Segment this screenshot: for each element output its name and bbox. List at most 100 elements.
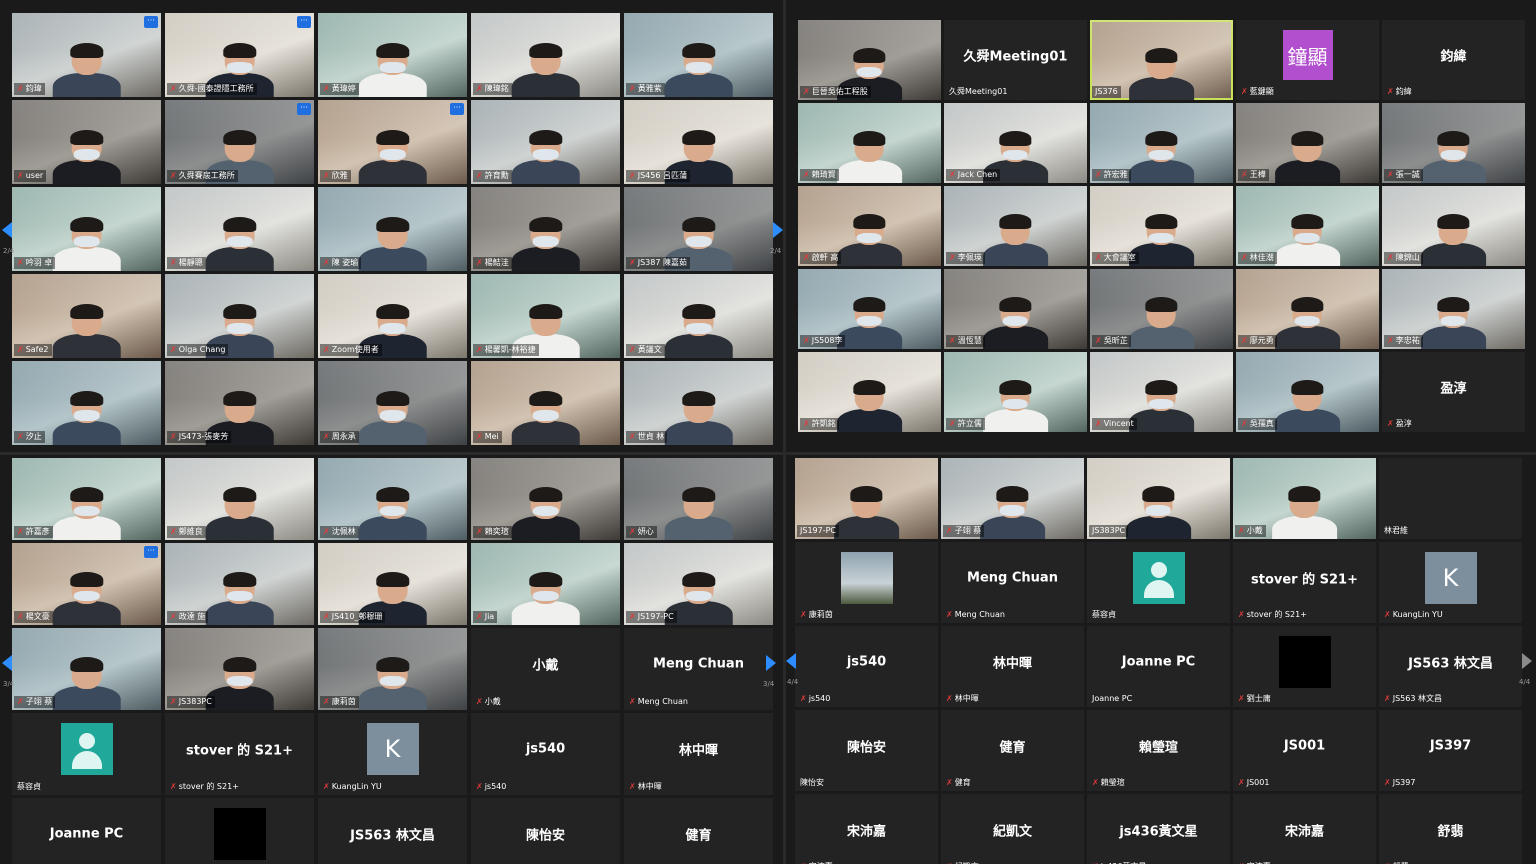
participant-tile[interactable]: ✗ 許嘉彥 bbox=[12, 458, 161, 540]
participant-tile[interactable]: ✗ JS508李 bbox=[798, 269, 941, 349]
participant-tile[interactable]: ✗ JS456 呂匹蒲 bbox=[624, 100, 773, 184]
next-page-arrow-icon[interactable] bbox=[773, 222, 783, 238]
participant-tile[interactable]: ✗ 沈佩林 bbox=[318, 458, 467, 540]
participant-tile[interactable]: 宋沛嘉✗宋沛嘉 bbox=[1233, 794, 1376, 864]
more-options-icon[interactable]: ··· bbox=[297, 16, 311, 28]
participant-tile[interactable]: ✗ 楊靜聰 bbox=[165, 187, 314, 271]
participant-tile[interactable]: JS001 ✗ JS001 bbox=[1233, 710, 1376, 791]
participant-tile[interactable]: ✗ 鄭維良 bbox=[165, 458, 314, 540]
participant-tile[interactable]: 盈淳 ✗ 盈淳 bbox=[1382, 352, 1525, 432]
participant-tile[interactable]: JS383PC bbox=[1087, 458, 1230, 539]
more-options-icon[interactable]: ··· bbox=[297, 103, 311, 115]
participant-tile[interactable]: ✗ Safe2 bbox=[12, 274, 161, 358]
participant-tile[interactable]: ✗ Jack Chen bbox=[944, 103, 1087, 183]
next-page-arrow-icon[interactable] bbox=[766, 655, 776, 671]
participant-tile[interactable]: ✗ 王樺 bbox=[1236, 103, 1379, 183]
participant-tile[interactable]: ✗ Olga Chang bbox=[165, 274, 314, 358]
participant-tile[interactable]: ✗ 賴琦賢 bbox=[798, 103, 941, 183]
participant-tile[interactable]: ✗ 溫恆慧 bbox=[944, 269, 1087, 349]
participant-tile[interactable]: ✗ 楊文豪 ··· bbox=[12, 543, 161, 625]
participant-tile[interactable]: 紀凱文✗紀凱文 bbox=[941, 794, 1084, 864]
participant-tile[interactable]: ✗ 康莉茵 bbox=[318, 628, 467, 710]
participant-tile[interactable]: ✗ 政達 施 bbox=[165, 543, 314, 625]
participant-tile[interactable]: ✗ 久舜賽扆工務所 ··· bbox=[165, 100, 314, 184]
participant-tile[interactable]: ✗ 陳 姿瑜 bbox=[318, 187, 467, 271]
participant-tile[interactable]: ✗ JS410_鄭穆珊 bbox=[318, 543, 467, 625]
participant-tile[interactable]: Joanne PC Joanne PC bbox=[1087, 626, 1230, 707]
participant-tile[interactable]: 蔡容貞 bbox=[1087, 542, 1230, 623]
participant-tile[interactable]: K ✗ KuangLin YU bbox=[318, 713, 467, 795]
participant-tile[interactable]: ✗ 賴奕瑄 bbox=[471, 458, 620, 540]
participant-tile[interactable]: ✗ 小戴 bbox=[1233, 458, 1376, 539]
participant-tile[interactable]: ✗ 李忠祐 bbox=[1382, 269, 1525, 349]
participant-tile[interactable]: 久舜Meeting01 久舜Meeting01 bbox=[944, 20, 1087, 100]
participant-tile[interactable]: ✗ 巨晉吳佑工程股 bbox=[798, 20, 941, 100]
participant-tile[interactable]: ✗ 吟羽 卓 bbox=[12, 187, 161, 271]
participant-tile[interactable]: stover 的 S21+ ✗ stover 的 S21+ bbox=[1233, 542, 1376, 623]
participant-tile[interactable]: ✗ 吳昕芷 bbox=[1090, 269, 1233, 349]
participant-tile[interactable]: ✗ 欣雅 ··· bbox=[318, 100, 467, 184]
participant-tile[interactable]: js436黃文星✗js436黃文星 bbox=[1087, 794, 1230, 864]
more-options-icon[interactable]: ··· bbox=[144, 546, 158, 558]
participant-tile[interactable]: 舒翡✗舒翡 bbox=[1379, 794, 1522, 864]
participant-tile[interactable]: ✗ 黃瑋婷 bbox=[318, 13, 467, 97]
participant-tile[interactable]: ✗ JS197-PC bbox=[624, 543, 773, 625]
participant-tile[interactable]: K ✗ KuangLin YU bbox=[1379, 542, 1522, 623]
participant-tile[interactable]: 小戴 ✗ 小戴 bbox=[471, 628, 620, 710]
participant-tile[interactable]: ✗ 廖元勇 bbox=[1236, 269, 1379, 349]
participant-tile[interactable]: ✗ 陳瑋銘 bbox=[471, 13, 620, 97]
participant-tile[interactable]: ✗ 子翊 蔡 bbox=[941, 458, 1084, 539]
participant-tile[interactable]: ✗ 黃議文 bbox=[624, 274, 773, 358]
participant-tile[interactable]: ✗ 劉士庸 bbox=[1233, 626, 1376, 707]
participant-tile[interactable]: ✗ 子翊 蔡 bbox=[12, 628, 161, 710]
participant-tile[interactable]: ✗ 楊馨凱-林裕捷 bbox=[471, 274, 620, 358]
participant-tile[interactable]: ✗ Vincent bbox=[1090, 352, 1233, 432]
participant-tile[interactable]: ✗ 汐止 bbox=[12, 361, 161, 445]
participant-tile[interactable]: ✗ 陳錦山 bbox=[1382, 186, 1525, 266]
participant-tile[interactable]: JS563 林文昌 ✗ JS563 林文昌 bbox=[1379, 626, 1522, 707]
participant-tile[interactable]: ✗ 久舜-國泰證隱工務所 ··· bbox=[165, 13, 314, 97]
participant-tile[interactable]: 鐘顯 ✗ 藍鍵顯 bbox=[1236, 20, 1379, 100]
participant-tile[interactable]: 蔡容貞 bbox=[12, 713, 161, 795]
participant-tile[interactable]: 林君維 bbox=[1379, 458, 1522, 539]
participant-tile[interactable]: ✗ 許立儒 bbox=[944, 352, 1087, 432]
participant-tile[interactable]: 賴瑩瑄 ✗ 賴瑩瑄 bbox=[1087, 710, 1230, 791]
participant-tile[interactable]: stover 的 S21+ ✗ stover 的 S21+ bbox=[165, 713, 314, 795]
prev-page-arrow-icon[interactable] bbox=[2, 655, 12, 671]
participant-tile[interactable]: ✗ 周永承 bbox=[318, 361, 467, 445]
participant-tile[interactable]: ✗ 許宏雅 bbox=[1090, 103, 1233, 183]
participant-tile[interactable]: 陳怡安 陳怡安 bbox=[795, 710, 938, 791]
participant-tile[interactable]: JS563 林文昌 bbox=[318, 798, 467, 864]
participant-tile[interactable]: 林中暉 ✗ 林中暉 bbox=[624, 713, 773, 795]
participant-tile[interactable]: ✗ 妍心 bbox=[624, 458, 773, 540]
participant-tile[interactable]: ✗ user bbox=[12, 100, 161, 184]
participant-tile[interactable]: ✗ Mei bbox=[471, 361, 620, 445]
participant-tile[interactable]: ✗ JS383PC bbox=[165, 628, 314, 710]
participant-tile[interactable]: 鈞緯 ✗ 鈞緯 bbox=[1382, 20, 1525, 100]
participant-tile[interactable]: ✗ 吳孺真 bbox=[1236, 352, 1379, 432]
participant-tile[interactable]: ✗ Zoom使用者 bbox=[318, 274, 467, 358]
participant-tile[interactable]: 林中暉 ✗ 林中暉 bbox=[941, 626, 1084, 707]
participant-tile[interactable]: 健育 bbox=[624, 798, 773, 864]
participant-tile[interactable]: ✗ 世貞 林 bbox=[624, 361, 773, 445]
participant-tile[interactable]: js540 ✗ js540 bbox=[795, 626, 938, 707]
participant-tile[interactable]: ✗ 大會議室 bbox=[1090, 186, 1233, 266]
more-options-icon[interactable]: ··· bbox=[144, 16, 158, 28]
prev-page-arrow-icon[interactable] bbox=[786, 653, 796, 669]
participant-tile[interactable]: ✗ 許育勳 bbox=[471, 100, 620, 184]
participant-tile[interactable] bbox=[165, 798, 314, 864]
participant-tile[interactable]: JS197-PC bbox=[795, 458, 938, 539]
prev-page-arrow-icon[interactable] bbox=[2, 222, 12, 238]
participant-tile[interactable]: JS397 ✗ JS397 bbox=[1379, 710, 1522, 791]
participant-tile[interactable]: ✗ 鈞瑋 ··· bbox=[12, 13, 161, 97]
participant-tile[interactable]: ✗ JS387 陳嘉茹 bbox=[624, 187, 773, 271]
participant-tile[interactable]: ✗ 李佩瑛 bbox=[944, 186, 1087, 266]
participant-tile[interactable]: ✗ 黃雅紫 bbox=[624, 13, 773, 97]
participant-tile[interactable]: ✗ 康莉茵 bbox=[795, 542, 938, 623]
participant-tile[interactable]: ✗ 張一誠 bbox=[1382, 103, 1525, 183]
participant-tile[interactable]: ✗ 許凱銘 bbox=[798, 352, 941, 432]
participant-tile[interactable]: ✗ Jia bbox=[471, 543, 620, 625]
participant-tile[interactable]: ✗ JS473-張麥芳 bbox=[165, 361, 314, 445]
participant-tile[interactable]: ✗ 林佳潮 bbox=[1236, 186, 1379, 266]
participant-tile[interactable]: 健育 ✗ 健育 bbox=[941, 710, 1084, 791]
